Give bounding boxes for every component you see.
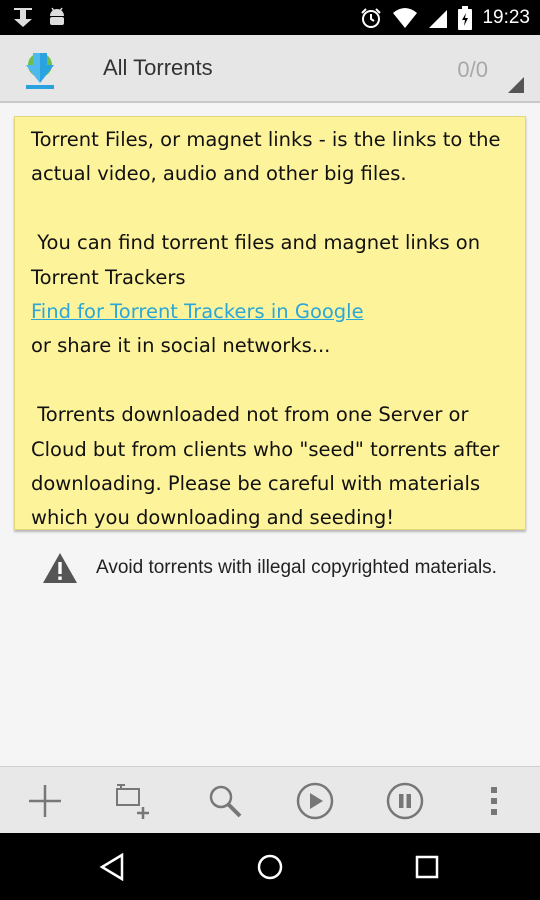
android-icon — [50, 7, 64, 25]
alarm-icon — [361, 8, 382, 28]
download-arrow-icon[interactable] — [18, 47, 62, 91]
note-text: Torrent Files, or magnet links - is the … — [31, 123, 515, 536]
pause-all-button[interactable] — [383, 779, 427, 823]
note-paragraph-2: You can find torrent files and magnet li… — [31, 231, 487, 289]
back-icon — [99, 852, 124, 882]
page-title: All Torrents — [103, 55, 213, 80]
search-button[interactable] — [203, 779, 247, 823]
add-button[interactable] — [23, 779, 67, 823]
overflow-menu-button[interactable] — [472, 779, 516, 823]
wifi-icon — [393, 8, 418, 28]
dropdown-indicator-icon[interactable] — [508, 77, 524, 93]
bottom-toolbar — [0, 766, 540, 833]
add-from-file-button[interactable] — [113, 779, 157, 823]
search-icon — [209, 785, 242, 818]
battery-icon — [458, 6, 473, 30]
download-notification-icon — [14, 8, 32, 27]
warning-text: Avoid torrents with illegal copyrighted … — [96, 557, 497, 578]
google-search-link[interactable]: Find for Torrent Trackers in Google — [31, 300, 364, 323]
torrent-counter: 0/0 — [457, 57, 488, 82]
navigation-bar — [0, 833, 540, 900]
back-button[interactable] — [92, 847, 132, 887]
add-icon — [29, 785, 61, 817]
clock-time: 19:23 — [482, 7, 530, 28]
play-icon — [296, 782, 334, 820]
home-icon — [257, 854, 283, 880]
pause-icon — [386, 782, 424, 820]
copyright-warning: Avoid torrents with illegal copyrighted … — [42, 552, 497, 584]
warning-triangle-icon — [43, 553, 77, 583]
home-button[interactable] — [250, 847, 290, 887]
status-bar: 19:23 — [0, 0, 540, 35]
start-all-button[interactable] — [293, 779, 337, 823]
action-bar: All Torrents 0/0 — [0, 35, 540, 103]
note-paragraph-2-suffix: or share it in social networks... — [31, 334, 331, 358]
add-from-file-icon — [116, 784, 149, 819]
note-paragraph-1: Torrent Files, or magnet links - is the … — [31, 128, 507, 186]
overflow-menu-icon — [491, 787, 497, 815]
note-paragraph-3: Torrents downloaded not from one Server … — [31, 403, 506, 530]
signal-icon — [429, 10, 448, 28]
info-note: Torrent Files, or magnet links - is the … — [14, 116, 526, 530]
recents-icon — [415, 855, 439, 879]
recents-button[interactable] — [407, 847, 447, 887]
